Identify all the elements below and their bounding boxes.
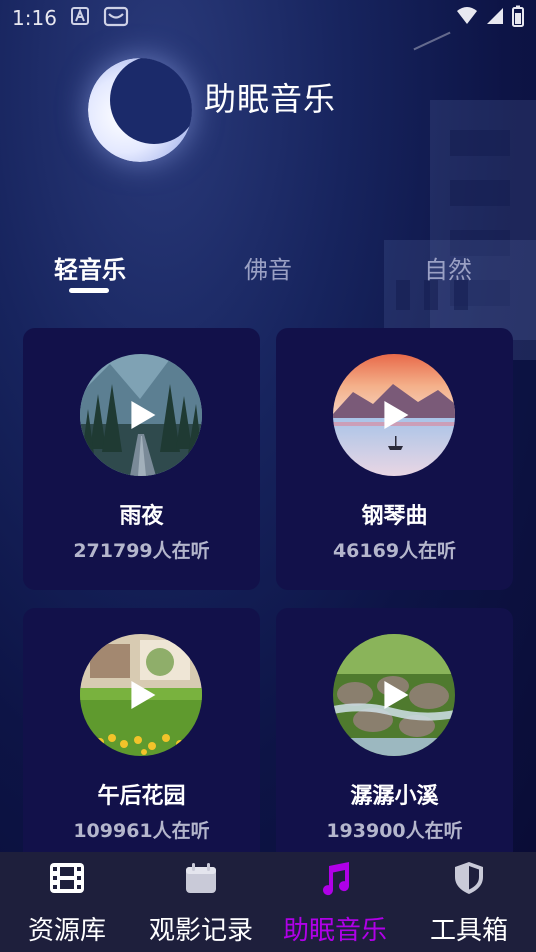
listener-count: 46169人在听 — [332, 540, 457, 562]
play-icon[interactable] — [384, 681, 409, 709]
play-icon[interactable] — [131, 401, 156, 429]
cellular-signal-icon — [486, 6, 504, 30]
listener-count: 109961人在听 — [73, 820, 210, 842]
wifi-icon — [456, 6, 478, 30]
stream-rocks-moss-thumbnail — [333, 634, 455, 756]
music-card[interactable]: 午后花园 109961人在听 — [23, 608, 260, 870]
nav-watch-history[interactable]: 观影记录 — [134, 852, 268, 952]
rainy-forest-road-thumbnail — [80, 354, 202, 476]
play-icon[interactable] — [131, 681, 156, 709]
listener-count: 193900人在听 — [326, 820, 463, 842]
film-icon — [49, 860, 85, 896]
garden-lawn-flowers-thumbnail — [80, 634, 202, 756]
nav-resource-library[interactable]: 资源库 — [0, 852, 134, 952]
status-bar: 1:16 — [0, 0, 536, 36]
shield-icon — [451, 860, 487, 896]
card-title: 雨夜 — [119, 504, 164, 529]
tab-light-music[interactable]: 轻音乐 — [54, 250, 126, 285]
music-card[interactable]: 钢琴曲 46169人在听 — [276, 328, 513, 590]
music-card[interactable]: 潺潺小溪 193900人在听 — [276, 608, 513, 870]
music-card[interactable]: 雨夜 271799人在听 — [23, 328, 260, 590]
crescent-moon-logo — [88, 58, 192, 162]
card-title: 潺潺小溪 — [350, 784, 439, 809]
page-title: 助眠音乐 — [204, 80, 337, 118]
calendar-icon — [183, 860, 219, 896]
card-title: 午后花园 — [97, 784, 186, 809]
nav-label: 助眠音乐 — [282, 916, 387, 946]
bottom-navigation: 资源库 观影记录 助眠音乐 工具箱 — [0, 852, 536, 952]
active-tab-indicator — [69, 288, 109, 293]
nav-label: 资源库 — [27, 916, 106, 946]
app-notification-icon — [70, 6, 89, 30]
mail-notification-icon — [103, 5, 129, 32]
nav-sleep-music[interactable]: 助眠音乐 — [268, 852, 402, 952]
music-note-icon — [317, 860, 353, 896]
status-time: 1:16 — [12, 6, 57, 30]
play-icon[interactable] — [384, 401, 409, 429]
listener-count: 271799人在听 — [73, 540, 210, 562]
tab-buddhist-music[interactable]: 佛音 — [244, 250, 292, 285]
tab-nature[interactable]: 自然 — [424, 250, 472, 285]
card-title: 钢琴曲 — [361, 504, 428, 529]
battery-icon — [512, 5, 524, 32]
nav-label: 工具箱 — [429, 916, 508, 946]
nav-toolbox[interactable]: 工具箱 — [402, 852, 536, 952]
nav-label: 观影记录 — [148, 916, 253, 946]
mountain-lake-sunset-thumbnail — [333, 354, 455, 476]
